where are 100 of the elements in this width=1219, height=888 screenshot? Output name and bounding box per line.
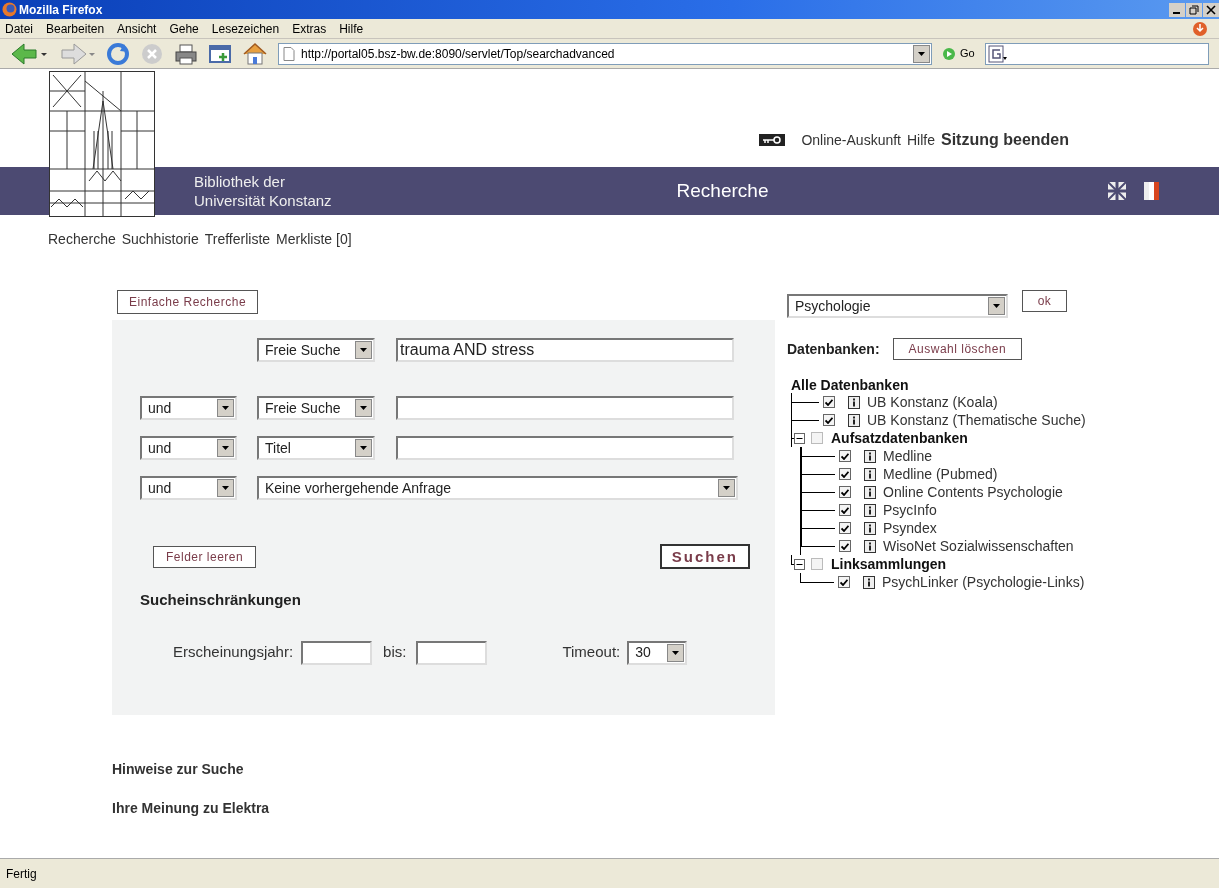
- checkbox[interactable]: [823, 396, 835, 408]
- checkbox[interactable]: [839, 450, 851, 462]
- search-input[interactable]: trauma AND stress: [396, 338, 734, 362]
- caret-icon: [355, 399, 372, 417]
- info-icon[interactable]: [863, 575, 875, 589]
- operator-dropdown[interactable]: und: [140, 476, 237, 500]
- year-from-input[interactable]: [301, 640, 373, 665]
- search-field[interactable]: [984, 42, 1209, 65]
- menu-item[interactable]: Gehe: [169, 19, 199, 38]
- simple-search-button[interactable]: Einfache Recherche: [117, 290, 259, 314]
- operator-dropdown[interactable]: und: [140, 396, 237, 420]
- caret-icon: [217, 439, 234, 457]
- database-name: Medline (Pubmed): [883, 464, 998, 484]
- page-icon: [283, 46, 295, 61]
- footer-link[interactable]: Ihre Meinung zu Elektra: [112, 798, 775, 819]
- group-name: Aufsatzdatenbanken: [831, 428, 968, 448]
- checkbox[interactable]: [839, 486, 851, 498]
- checkbox[interactable]: [839, 540, 851, 552]
- info-icon[interactable]: [864, 539, 876, 553]
- footer-link[interactable]: Hinweise zur Suche: [112, 759, 775, 780]
- info-icon[interactable]: [848, 413, 860, 427]
- header-link[interactable]: Sitzung beenden: [941, 128, 1069, 152]
- field-dropdown[interactable]: Freie Suche: [257, 338, 375, 362]
- caret-icon: [217, 399, 234, 417]
- search-input[interactable]: [396, 436, 734, 460]
- timeout-dropdown[interactable]: 30: [627, 640, 688, 665]
- browser-logo-icon: [2, 2, 17, 17]
- address-bar[interactable]: http://portal05.bsz-bw.de:8090/servlet/Top/searchadvanced: [278, 42, 932, 65]
- update-icon[interactable]: [1192, 20, 1208, 37]
- caret-icon: [667, 643, 685, 662]
- home-icon[interactable]: [242, 41, 268, 66]
- maximize-icon[interactable]: [1186, 2, 1202, 17]
- minimize-icon[interactable]: [1169, 2, 1185, 17]
- uk-flag-icon[interactable]: [1108, 182, 1126, 200]
- field-label: Timeout:: [562, 642, 621, 663]
- info-icon[interactable]: [864, 485, 876, 499]
- clear-fields-button[interactable]: Felder leeren: [153, 545, 257, 568]
- tree-line: [791, 393, 819, 411]
- nav-link[interactable]: Trefferliste: [204, 229, 271, 250]
- info-icon[interactable]: [864, 521, 876, 535]
- checkbox[interactable]: [823, 414, 835, 426]
- menu-item[interactable]: Extras: [292, 19, 327, 38]
- key-icon: [759, 134, 786, 146]
- page-title: Recherche: [676, 178, 769, 203]
- reload-icon[interactable]: [106, 41, 130, 66]
- checkbox[interactable]: [839, 504, 851, 516]
- menu-item[interactable]: Hilfe: [339, 19, 364, 38]
- search-button[interactable]: Suchen: [659, 544, 750, 569]
- checkbox[interactable]: [838, 576, 850, 588]
- info-icon[interactable]: [864, 449, 876, 463]
- menu-item[interactable]: Datei: [5, 19, 33, 38]
- back-arrow-icon[interactable]: [10, 41, 48, 66]
- collapse-icon[interactable]: [794, 432, 805, 444]
- search-input[interactable]: [396, 396, 734, 420]
- group-name: Linksammlungen: [831, 554, 947, 574]
- database-name: Medline: [883, 446, 933, 466]
- tree-line: [791, 555, 794, 565]
- field-label: bis:: [383, 642, 407, 663]
- nav-link[interactable]: Recherche: [48, 229, 116, 250]
- operator-dropdown[interactable]: und: [140, 436, 237, 460]
- caret-icon: [355, 341, 372, 359]
- library-name: Bibliothek der: [194, 172, 286, 191]
- checkbox[interactable]: [811, 558, 823, 570]
- caret-icon: [355, 439, 372, 457]
- search-engine-icon: [987, 44, 1008, 63]
- collection-dropdown[interactable]: Psychologie: [787, 294, 1008, 318]
- database-name: WisoNet Sozialwissenschaften: [883, 536, 1074, 556]
- collapse-icon[interactable]: [794, 558, 805, 570]
- database-name: PsycInfo: [883, 500, 937, 520]
- go-button[interactable]: Go: [942, 45, 975, 62]
- menu-item[interactable]: Bearbeiten: [46, 19, 105, 38]
- tree-line: [800, 573, 834, 583]
- nav-link[interactable]: Suchhistorie: [121, 229, 199, 250]
- caret-icon: [718, 479, 735, 497]
- caret-icon: [988, 297, 1005, 315]
- database-name: Online Contents Psychologie: [883, 482, 1063, 502]
- section-heading: Sucheinschränkungen: [139, 590, 302, 610]
- nav-link[interactable]: Merkliste [0]: [276, 229, 352, 250]
- menu-item[interactable]: Ansicht: [117, 19, 157, 38]
- ok-button[interactable]: ok: [1022, 290, 1067, 312]
- database-name: UB Konstanz (Koala): [867, 392, 998, 412]
- info-icon[interactable]: [848, 395, 860, 409]
- database-name: PsychLinker (Psychologie-Links): [882, 572, 1085, 592]
- menu-item[interactable]: Lesezeichen: [211, 19, 280, 38]
- year-to-input[interactable]: [416, 640, 488, 665]
- checkbox[interactable]: [839, 522, 851, 534]
- field-dropdown[interactable]: Titel: [257, 436, 375, 460]
- checkbox[interactable]: [811, 432, 823, 444]
- header-link[interactable]: Online-Auskunft: [801, 129, 901, 151]
- french-flag-icon[interactable]: [1144, 182, 1159, 200]
- info-icon[interactable]: [864, 467, 876, 481]
- status-text: Fertig: [6, 865, 37, 883]
- info-icon[interactable]: [864, 503, 876, 517]
- checkbox[interactable]: [839, 468, 851, 480]
- clear-selection-button[interactable]: Auswahl löschen: [892, 338, 1023, 360]
- previous-query-dropdown[interactable]: Keine vorhergehende Anfrage: [257, 476, 738, 500]
- print-icon[interactable]: [174, 41, 198, 66]
- close-icon[interactable]: [1203, 2, 1219, 17]
- field-dropdown[interactable]: Freie Suche: [257, 396, 375, 420]
- header-link[interactable]: Hilfe: [907, 129, 935, 151]
